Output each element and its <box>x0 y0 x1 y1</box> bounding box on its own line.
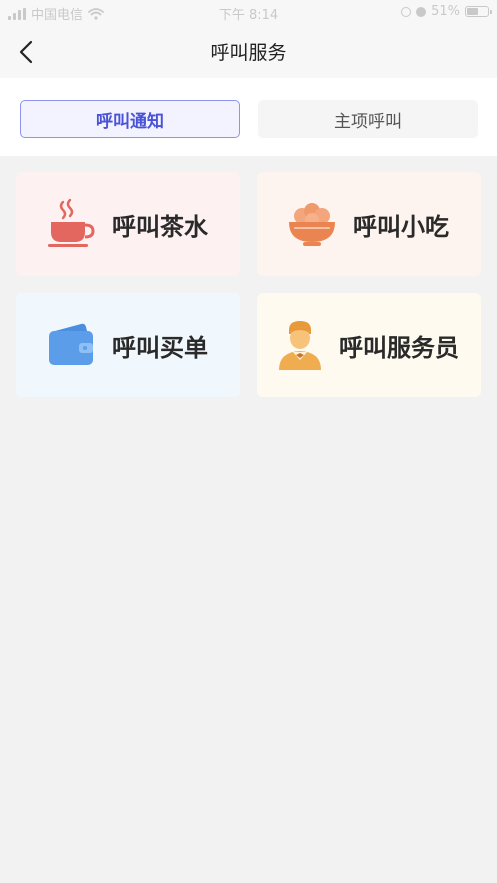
call-bill-card[interactable]: 呼叫买单 <box>16 293 240 397</box>
call-waiter-label: 呼叫服务员 <box>339 333 459 362</box>
waiter-icon <box>271 316 329 374</box>
nav-bar: 呼叫服务 <box>0 26 497 78</box>
tab-bar: 呼叫通知 主项呼叫 <box>0 78 497 156</box>
call-waiter-card[interactable]: 呼叫服务员 <box>257 293 481 397</box>
tab-call-notification[interactable]: 呼叫通知 <box>20 100 240 138</box>
call-snack-label: 呼叫小吃 <box>353 212 449 241</box>
page-title: 呼叫服务 <box>210 42 287 64</box>
snack-bowl-icon <box>283 195 341 253</box>
call-tea-label: 呼叫茶水 <box>112 212 208 241</box>
call-tea-card[interactable]: 呼叫茶水 <box>16 172 240 276</box>
call-options-grid: 呼叫茶水 呼叫小吃 呼叫买单 呼叫服务员 <box>16 172 481 397</box>
battery-icon <box>465 6 492 17</box>
battery-percent: 51% <box>431 4 460 19</box>
alarm-icon <box>416 6 427 17</box>
call-bill-label: 呼叫买单 <box>112 333 208 362</box>
tab-main-call[interactable]: 主项呼叫 <box>258 100 478 138</box>
status-bar: 中国电信 下午 8:14 51% <box>0 0 497 26</box>
call-snack-card[interactable]: 呼叫小吃 <box>257 172 481 276</box>
wallet-icon <box>42 316 100 374</box>
orientation-lock-icon <box>401 6 412 17</box>
tea-cup-icon <box>42 195 100 253</box>
